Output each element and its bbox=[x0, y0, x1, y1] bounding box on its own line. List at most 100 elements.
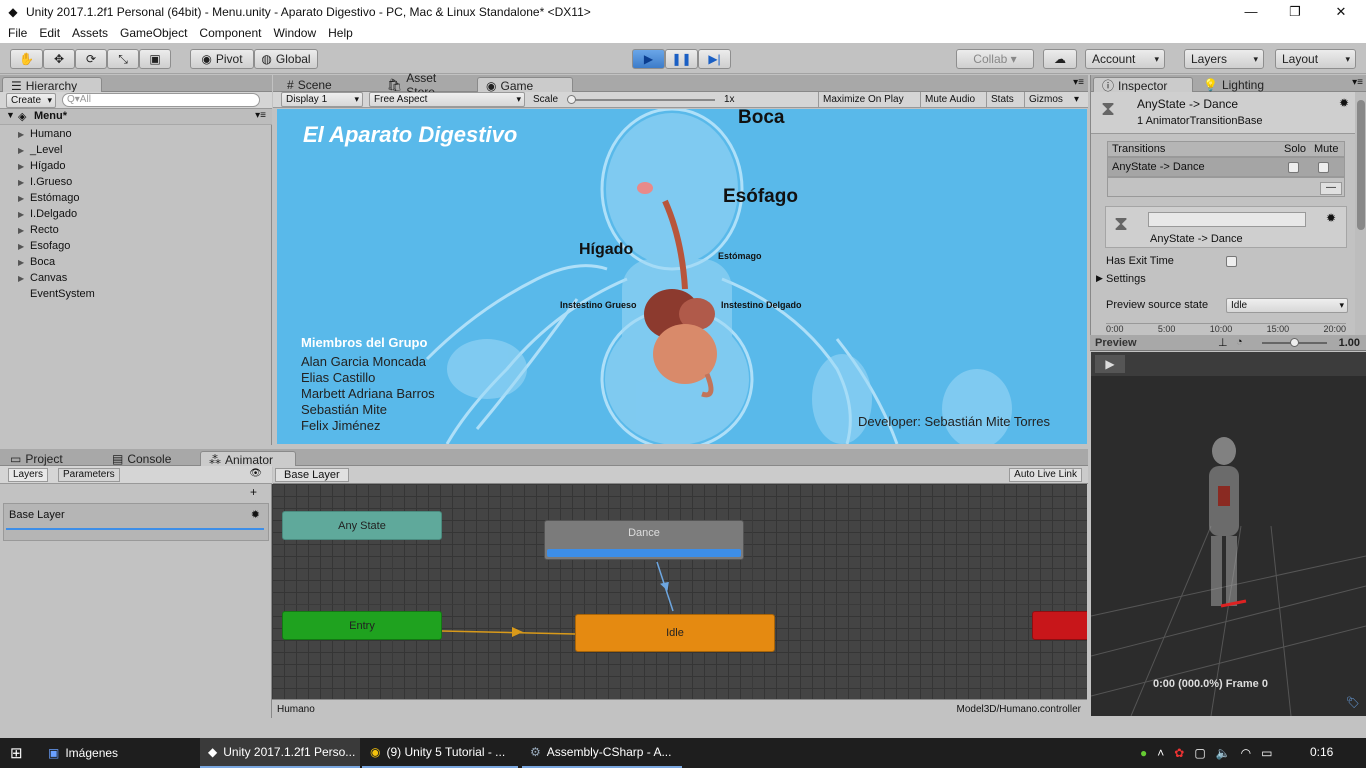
menu-file[interactable]: File bbox=[0, 26, 33, 40]
chevron-right-icon[interactable]: ▶ bbox=[18, 191, 30, 207]
hierarchy-item[interactable]: EventSystem bbox=[18, 286, 95, 302]
volume-icon[interactable]: 🔈 bbox=[1216, 746, 1231, 760]
menu-component[interactable]: Component bbox=[193, 26, 267, 40]
display-dropdown[interactable]: Display 1 bbox=[281, 92, 363, 107]
hierarchy-item[interactable]: ▶ Recto bbox=[18, 222, 59, 238]
hierarchy-item[interactable]: ▶ _Level bbox=[18, 142, 62, 158]
start-button[interactable]: ⊞ bbox=[10, 738, 23, 768]
scene-header[interactable]: ▼ ◈ Menu* ▾≡ bbox=[0, 109, 272, 125]
hierarchy-item[interactable]: ▶ I.Delgado bbox=[18, 206, 77, 222]
gear-icon[interactable]: ✹ bbox=[251, 508, 260, 521]
wifi-icon[interactable]: ◠ bbox=[1241, 746, 1251, 760]
state-dance[interactable]: Dance bbox=[544, 520, 744, 560]
red-app-icon[interactable]: ✿ bbox=[1174, 746, 1184, 760]
inspector-scrollbar[interactable] bbox=[1355, 92, 1366, 335]
pivot-button[interactable]: ◉ Pivot bbox=[190, 49, 254, 69]
auto-live-link-toggle[interactable]: Auto Live Link bbox=[1009, 468, 1082, 482]
speed-slider-thumb[interactable] bbox=[1290, 338, 1299, 347]
collab-button[interactable]: Collab ▾ bbox=[956, 49, 1034, 69]
chevron-right-icon[interactable]: ▶ bbox=[18, 239, 30, 255]
gizmos-dropdown[interactable]: Gizmos ▾ bbox=[1024, 92, 1082, 108]
taskbar-item-imagenes[interactable]: ▣ Imágenes bbox=[44, 738, 194, 768]
game-view[interactable]: El Aparato Digestivo Boca Esófago Hígado… bbox=[277, 109, 1087, 444]
layer-item-base[interactable]: Base Layer ✹ bbox=[3, 503, 269, 541]
layers-dropdown[interactable]: Layers ▾ bbox=[1184, 49, 1264, 69]
eye-icon[interactable]: 👁 bbox=[249, 468, 262, 479]
state-exit[interactable] bbox=[1032, 611, 1087, 640]
step-button[interactable]: ▶| bbox=[698, 49, 731, 69]
tab-console[interactable]: ▤ Console bbox=[104, 451, 200, 467]
notifications-icon[interactable]: ▭ bbox=[1261, 746, 1272, 760]
rect-tool-icon[interactable]: ▣ bbox=[139, 49, 171, 69]
taskbar-item-monodevelop[interactable]: ⚙ Assembly-CSharp - A... bbox=[522, 738, 682, 768]
menu-assets[interactable]: Assets bbox=[66, 26, 114, 40]
menu-edit[interactable]: Edit bbox=[33, 26, 66, 40]
close-button[interactable]: ✕ bbox=[1318, 0, 1364, 23]
hierarchy-item[interactable]: ▶ Canvas bbox=[18, 270, 67, 286]
taskbar-item-unity[interactable]: ◆ Unity 2017.1.2f1 Perso... bbox=[200, 738, 360, 768]
maximize-on-play-toggle[interactable]: Maximize On Play bbox=[818, 92, 918, 108]
panel-menu-icon[interactable]: ▾≡ bbox=[1073, 77, 1084, 88]
maximize-button[interactable]: ❐ bbox=[1272, 0, 1318, 23]
aspect-dropdown[interactable]: Free Aspect bbox=[369, 92, 525, 107]
state-idle[interactable]: Idle bbox=[575, 614, 775, 652]
play-button[interactable]: ▶ bbox=[632, 49, 665, 69]
mute-checkbox[interactable] bbox=[1318, 162, 1329, 173]
rotate-tool-icon[interactable]: ⟳ bbox=[75, 49, 107, 69]
tab-lighting[interactable]: 💡 Lighting bbox=[1195, 77, 1291, 93]
scene-menu-icon[interactable]: ▾≡ bbox=[255, 110, 266, 121]
hierarchy-item[interactable]: ▶ Humano bbox=[18, 126, 72, 142]
speed-icon[interactable]: ◔ bbox=[1236, 336, 1243, 348]
chevron-up-icon[interactable]: ˄ bbox=[1157, 746, 1164, 760]
tag-icon[interactable]: 🏷 bbox=[1346, 696, 1360, 709]
hierarchy-item[interactable]: ▶ Estómago bbox=[18, 190, 80, 206]
dropbox-icon[interactable]: ▢ bbox=[1194, 746, 1205, 760]
animator-graph[interactable]: Any State Dance Entry Idle bbox=[272, 484, 1087, 699]
scale-tool-icon[interactable]: ⤡ bbox=[107, 49, 139, 69]
cloud-icon[interactable]: ☁ bbox=[1043, 49, 1077, 69]
move-tool-icon[interactable]: ✥ bbox=[43, 49, 75, 69]
hierarchy-item[interactable]: ▶ Esofago bbox=[18, 238, 70, 254]
settings-foldout[interactable]: Settings bbox=[1106, 273, 1146, 285]
tab-parameters[interactable]: Parameters bbox=[58, 468, 120, 482]
pause-button[interactable]: ❚❚ bbox=[665, 49, 698, 69]
scale-slider[interactable] bbox=[569, 99, 715, 101]
menu-window[interactable]: Window bbox=[267, 26, 322, 40]
hand-tool-icon[interactable]: ✋ bbox=[10, 49, 43, 69]
tab-asset-store[interactable]: 🛍Asset Store bbox=[379, 71, 475, 99]
chevron-right-icon[interactable]: ▶ bbox=[18, 143, 30, 159]
tab-hierarchy[interactable]: ☰ Hierarchy bbox=[2, 77, 102, 93]
detail-gear-icon[interactable]: ✹ bbox=[1326, 211, 1336, 225]
chevron-right-icon[interactable]: ▶ bbox=[1096, 273, 1103, 284]
hierarchy-item[interactable]: ▶ Hígado bbox=[18, 158, 65, 174]
hierarchy-search-input[interactable]: Q▾All bbox=[62, 93, 260, 107]
tab-animator[interactable]: ⁂ Animator bbox=[200, 451, 296, 467]
mute-audio-toggle[interactable]: Mute Audio bbox=[920, 92, 984, 108]
tab-scene[interactable]: # Scene bbox=[279, 77, 375, 93]
taskbar-item-chrome[interactable]: ◉ (9) Unity 5 Tutorial - ... bbox=[362, 738, 518, 768]
settings-gear-icon[interactable]: ✹ bbox=[1339, 96, 1349, 110]
hierarchy-item[interactable]: ▶ I.Grueso bbox=[18, 174, 72, 190]
menu-help[interactable]: Help bbox=[322, 26, 359, 40]
solo-checkbox[interactable] bbox=[1288, 162, 1299, 173]
preview-source-dropdown[interactable]: Idle bbox=[1226, 298, 1348, 313]
chevron-right-icon[interactable]: ▶ bbox=[18, 271, 30, 287]
create-dropdown[interactable]: Create bbox=[6, 93, 56, 108]
preview-viewport[interactable]: ▶ 0:00 (000.0%) Frame 0 🏷 bbox=[1091, 352, 1366, 716]
hierarchy-item[interactable]: ▶ Boca bbox=[18, 254, 55, 270]
minimize-button[interactable]: — bbox=[1228, 0, 1274, 23]
chevron-right-icon[interactable]: ▶ bbox=[18, 255, 30, 271]
pivot-toggle-icon[interactable]: ⊥ bbox=[1218, 336, 1228, 349]
transition-row[interactable]: AnyState -> Dance bbox=[1107, 157, 1345, 177]
global-button[interactable]: ◍ Global bbox=[254, 49, 318, 69]
state-any-state[interactable]: Any State bbox=[282, 511, 442, 540]
account-dropdown[interactable]: Account ▾ bbox=[1085, 49, 1165, 69]
tab-inspector[interactable]: ⓘ Inspector bbox=[1093, 77, 1193, 93]
upwork-icon[interactable]: ● bbox=[1140, 746, 1147, 760]
chevron-right-icon[interactable]: ▶ bbox=[18, 159, 30, 175]
chevron-right-icon[interactable]: ▶ bbox=[18, 127, 30, 143]
inspector-scroll-thumb[interactable] bbox=[1357, 100, 1365, 230]
has-exit-time-checkbox[interactable] bbox=[1226, 256, 1237, 267]
chevron-right-icon[interactable]: ▶ bbox=[18, 223, 30, 239]
tab-layers[interactable]: Layers bbox=[8, 468, 49, 482]
